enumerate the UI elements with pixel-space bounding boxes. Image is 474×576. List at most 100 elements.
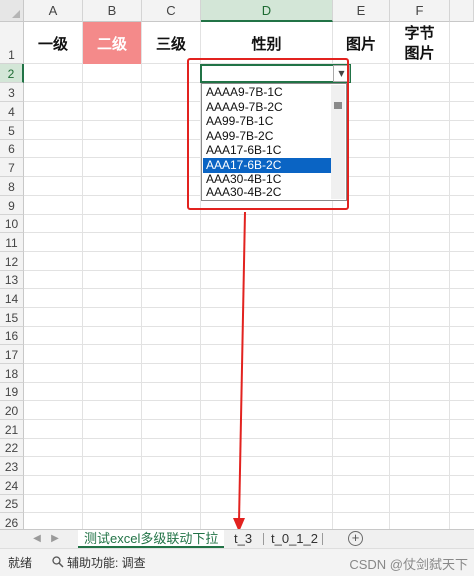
dropdown-option[interactable]: AAA30-4B-2C	[203, 186, 331, 200]
row-header-1[interactable]: 1	[0, 22, 24, 64]
dropdown-option[interactable]: AA99-7B-2C	[203, 129, 331, 144]
plus-icon: +	[351, 530, 360, 545]
active-cell-d2[interactable]	[200, 64, 351, 83]
row-header-16[interactable]: 16	[0, 327, 24, 345]
row-header-14[interactable]: 14	[0, 289, 24, 308]
row-number: 9	[8, 199, 15, 213]
dropdown-scrollbar-thumb[interactable]	[334, 102, 342, 109]
cell-f1-line2: 图片	[404, 44, 435, 62]
row-number: 19	[4, 385, 19, 399]
sheet-tab-active[interactable]: 测试excel多级联动下拉	[78, 530, 225, 548]
cell-f1-line1: 字节	[404, 24, 435, 42]
chevron-down-icon: ▼	[338, 69, 345, 78]
row-number: 12	[4, 255, 19, 269]
row-number: 8	[8, 180, 15, 194]
row-header-10[interactable]: 10	[0, 215, 24, 233]
column-header-g-partial[interactable]	[450, 0, 474, 22]
column-header-c[interactable]: C	[142, 0, 201, 22]
cell-b1[interactable]: 二级	[83, 22, 141, 64]
row-header-21[interactable]: 21	[0, 420, 24, 439]
cell-a1[interactable]: 一级	[24, 22, 82, 64]
row-header-13[interactable]: 13	[0, 271, 24, 289]
select-all-corner[interactable]	[0, 0, 24, 22]
column-header-a[interactable]: A	[24, 0, 83, 22]
column-header-e[interactable]: E	[333, 0, 390, 22]
column-header-b[interactable]: B	[83, 0, 142, 22]
gridline	[24, 251, 474, 252]
column-header-f[interactable]: F	[390, 0, 450, 22]
row-number: 3	[8, 86, 15, 100]
dropdown-option-highlighted[interactable]: AAA17-6B-2C	[203, 158, 331, 173]
gridline	[82, 22, 83, 529]
gridline	[24, 326, 474, 327]
column-header-d[interactable]: D	[201, 0, 333, 22]
row-header-15[interactable]: 15	[0, 308, 24, 327]
row-header-19[interactable]: 19	[0, 383, 24, 401]
row-number: 2	[7, 67, 15, 81]
row-header-18[interactable]: 18	[0, 364, 24, 383]
row-header-7[interactable]: 7	[0, 158, 24, 177]
accessibility-icon	[52, 556, 64, 568]
cell-c1[interactable]: 三级	[142, 22, 200, 64]
row-number: 25	[4, 497, 19, 511]
gridline	[24, 232, 474, 233]
row-number: 11	[5, 236, 18, 250]
row-number: 14	[4, 292, 19, 306]
gridline	[24, 456, 474, 457]
row-number: 21	[4, 423, 19, 437]
gridline	[24, 214, 474, 215]
row-header-24[interactable]: 24	[0, 476, 24, 495]
row-header-22[interactable]: 22	[0, 439, 24, 457]
row-number: 4	[8, 105, 15, 119]
tab-scroll-right-button[interactable]: ▶	[46, 530, 64, 548]
row-header-23[interactable]: 23	[0, 457, 24, 476]
row-header-26[interactable]: 26	[0, 513, 24, 529]
tab-separator	[322, 533, 323, 545]
add-sheet-button[interactable]: +	[348, 531, 363, 546]
row-number: 15	[4, 311, 19, 325]
row-number: 24	[4, 479, 19, 493]
row-number: 22	[4, 441, 19, 455]
gridline	[24, 494, 474, 495]
tab-scroll-left-button[interactable]: ◀	[28, 530, 46, 548]
row-header-6[interactable]: 6	[0, 140, 24, 158]
dropdown-scrollbar[interactable]	[331, 85, 345, 199]
cell-e1[interactable]: 图片	[333, 22, 389, 64]
sheet-tab[interactable]: t_3	[228, 530, 258, 548]
row-header-3[interactable]: 3	[0, 83, 24, 102]
cell-d1[interactable]: 性别	[201, 22, 332, 64]
chevron-left-icon: ◀	[33, 533, 41, 544]
row-header-17[interactable]: 17	[0, 345, 24, 364]
row-number: 10	[4, 217, 19, 231]
dropdown-option[interactable]: AAAA9-7B-2C	[203, 100, 331, 115]
sheet-tab[interactable]: t_0_1_2	[265, 530, 324, 548]
dropdown-option[interactable]: AAA17-6B-1C	[203, 143, 331, 158]
validation-dropdown-list[interactable]: AAAA9-7B-1C AAAA9-7B-2C AA99-7B-1C AA99-…	[201, 83, 347, 201]
row-number: 13	[4, 273, 19, 287]
dropdown-option[interactable]: AA99-7B-1C	[203, 114, 331, 129]
gridline	[24, 382, 474, 383]
gridline	[24, 419, 474, 420]
gridline	[24, 475, 474, 476]
row-header-20[interactable]: 20	[0, 401, 24, 420]
row-header-12[interactable]: 12	[0, 252, 24, 271]
status-accessibility[interactable]: 辅助功能: 调查	[67, 554, 146, 571]
gridline	[24, 512, 474, 513]
row-number: 1	[8, 48, 15, 62]
row-header-9[interactable]: 9	[0, 196, 24, 215]
row-header-2[interactable]: 2	[0, 64, 24, 83]
spreadsheet-grid[interactable]: A B C D E F 1 2 3 4 5 6 7 8 9 10 11 12 13 14 15 16 17 18 1…	[0, 0, 474, 529]
row-header-25[interactable]: 25	[0, 495, 24, 513]
row-header-5[interactable]: 5	[0, 121, 24, 140]
gridline	[449, 22, 450, 529]
row-header-11[interactable]: 11	[0, 233, 24, 252]
gridline	[141, 22, 142, 529]
gridline	[24, 400, 474, 401]
dropdown-option[interactable]: AAAA9-7B-1C	[203, 85, 331, 100]
row-header-4[interactable]: 4	[0, 102, 24, 121]
row-number: 17	[4, 348, 19, 362]
row-header-8[interactable]: 8	[0, 177, 24, 196]
status-ready: 就绪	[8, 556, 33, 570]
cell-f1[interactable]: 字节 图片	[390, 22, 449, 64]
dropdown-arrow-button[interactable]: ▼	[333, 65, 350, 82]
